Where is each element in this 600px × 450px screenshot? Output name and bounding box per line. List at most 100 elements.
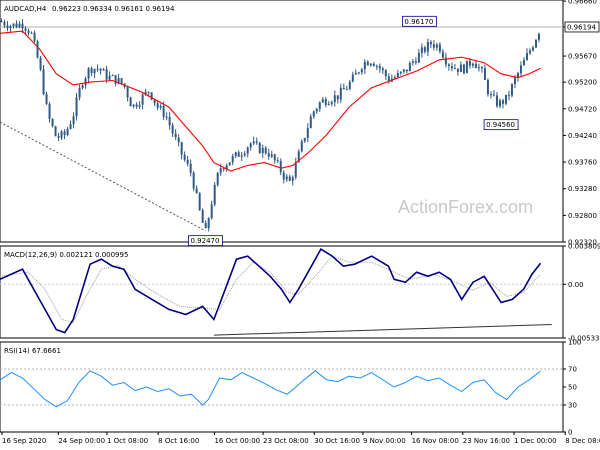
- candle-body: [270, 154, 273, 157]
- candle-body: [399, 71, 402, 74]
- time-axis-label: 16 Oct 00:00: [214, 437, 260, 445]
- candle-body: [12, 23, 15, 27]
- candle-body: [177, 137, 180, 143]
- candle-body: [468, 60, 471, 66]
- candle-body: [534, 39, 537, 48]
- candle-body: [240, 155, 243, 157]
- rsi-y-tick-label: 30: [568, 402, 577, 410]
- candle-body: [357, 72, 360, 74]
- candle-body: [213, 184, 216, 205]
- candle-body: [192, 172, 195, 189]
- candle-body: [168, 116, 171, 126]
- rsi-panel: RSI(14) 67.6661 100 70 50 30 0: [0, 339, 581, 437]
- rsi-y-tick-label: 100: [568, 339, 581, 347]
- candle-body: [201, 209, 204, 223]
- candle-body: [348, 81, 351, 89]
- candle-body: [330, 102, 333, 104]
- candle-body: [249, 143, 252, 148]
- price-y-tick-label: 0.93280: [568, 185, 597, 193]
- candle-body: [267, 153, 270, 157]
- candle-body: [495, 95, 498, 107]
- candle-body: [69, 124, 72, 129]
- candle-body: [531, 47, 534, 51]
- candle-body: [0, 21, 3, 23]
- candle-body: [510, 84, 513, 96]
- candle-body: [180, 142, 183, 155]
- price-y-tick-label: 0.92800: [568, 212, 597, 220]
- candle-body: [366, 61, 369, 66]
- price-y-axis: 0.96660 0.96194 0.95670 0.95200 0.94720 0.942…: [563, 0, 597, 247]
- candle-body: [537, 33, 540, 40]
- macd-y-tick-label: 0.003809: [568, 243, 600, 251]
- candle-body: [525, 53, 528, 61]
- candle-body: [243, 153, 246, 156]
- macd-y-tick-label: 0.00: [568, 281, 584, 289]
- candle-body: [42, 69, 45, 95]
- candle-body: [111, 75, 114, 77]
- candle-body: [165, 116, 168, 118]
- candle-body: [78, 87, 81, 98]
- candle-body: [381, 68, 384, 71]
- candle-body: [528, 50, 531, 54]
- candle-body: [54, 126, 57, 137]
- price-symbol-label: AUDCAD,H4: [4, 5, 47, 13]
- candle-body: [363, 61, 366, 70]
- candle-body: [204, 222, 207, 229]
- macd-panel: MACD(12,26,9) 0.002121 0.000995 0.003809…: [0, 243, 600, 343]
- time-axis-label: 1 Oct 08:00: [107, 437, 148, 445]
- candle-body: [423, 47, 426, 52]
- time-axis-label: 23 Oct 08:00: [263, 437, 309, 445]
- time-axis-label: 16 Sep 2020: [2, 437, 46, 445]
- candle-body: [303, 137, 306, 142]
- candle-body: [3, 21, 6, 26]
- candle-body: [231, 156, 234, 163]
- price-y-tick-label: 0.95670: [568, 53, 597, 61]
- candle-body: [135, 104, 138, 107]
- last-price-label: 0.96194: [567, 23, 596, 31]
- time-axis-label: 24 Sep 00:00: [58, 437, 105, 445]
- candle-body: [255, 141, 258, 143]
- candle-body: [414, 61, 417, 63]
- candle-body: [285, 176, 288, 180]
- candle-body: [411, 61, 414, 63]
- candle-body: [246, 147, 249, 154]
- candle-body: [159, 106, 162, 108]
- candle-body: [333, 95, 336, 103]
- candle-body: [216, 172, 219, 185]
- candle-body: [336, 95, 339, 100]
- candle-body: [72, 116, 75, 125]
- candle-body: [162, 106, 165, 117]
- candle-body: [81, 85, 84, 88]
- forex-chart: AUDCAD,H4 0.96223 0.96334 0.96161 0.9619…: [0, 0, 600, 445]
- candle-body: [282, 172, 285, 180]
- candle-body: [378, 65, 381, 69]
- candle-body: [21, 23, 24, 29]
- rsi-y-tick-label: 70: [568, 366, 577, 374]
- candle-body: [66, 128, 69, 135]
- rsi-y-axis: 100 70 50 30 0: [563, 339, 581, 437]
- candle-body: [429, 42, 432, 45]
- candle-body: [219, 168, 222, 173]
- candle-body: [90, 68, 93, 74]
- candle-body: [27, 30, 30, 33]
- price-y-tick-label: 0.93760: [568, 159, 597, 167]
- candle-body: [186, 159, 189, 164]
- price-panel: AUDCAD,H4 0.96223 0.96334 0.96161 0.9619…: [0, 0, 600, 247]
- candle-body: [441, 51, 444, 58]
- candle-body: [402, 69, 405, 72]
- candle-body: [474, 63, 477, 68]
- candle-body: [426, 42, 429, 52]
- time-axis-label: 8 Oct 16:00: [158, 437, 199, 445]
- candle-body: [396, 73, 399, 78]
- candle-body: [339, 88, 342, 100]
- candle-body: [294, 162, 297, 178]
- candle-body: [51, 118, 54, 127]
- candle-body: [459, 64, 462, 72]
- candle-body: [87, 68, 90, 79]
- candle-body: [486, 79, 489, 95]
- candle-body: [360, 69, 363, 73]
- candle-body: [102, 69, 105, 71]
- candle-body: [96, 68, 99, 70]
- rsi-panel-frame: [0, 341, 564, 433]
- candle-body: [309, 116, 312, 129]
